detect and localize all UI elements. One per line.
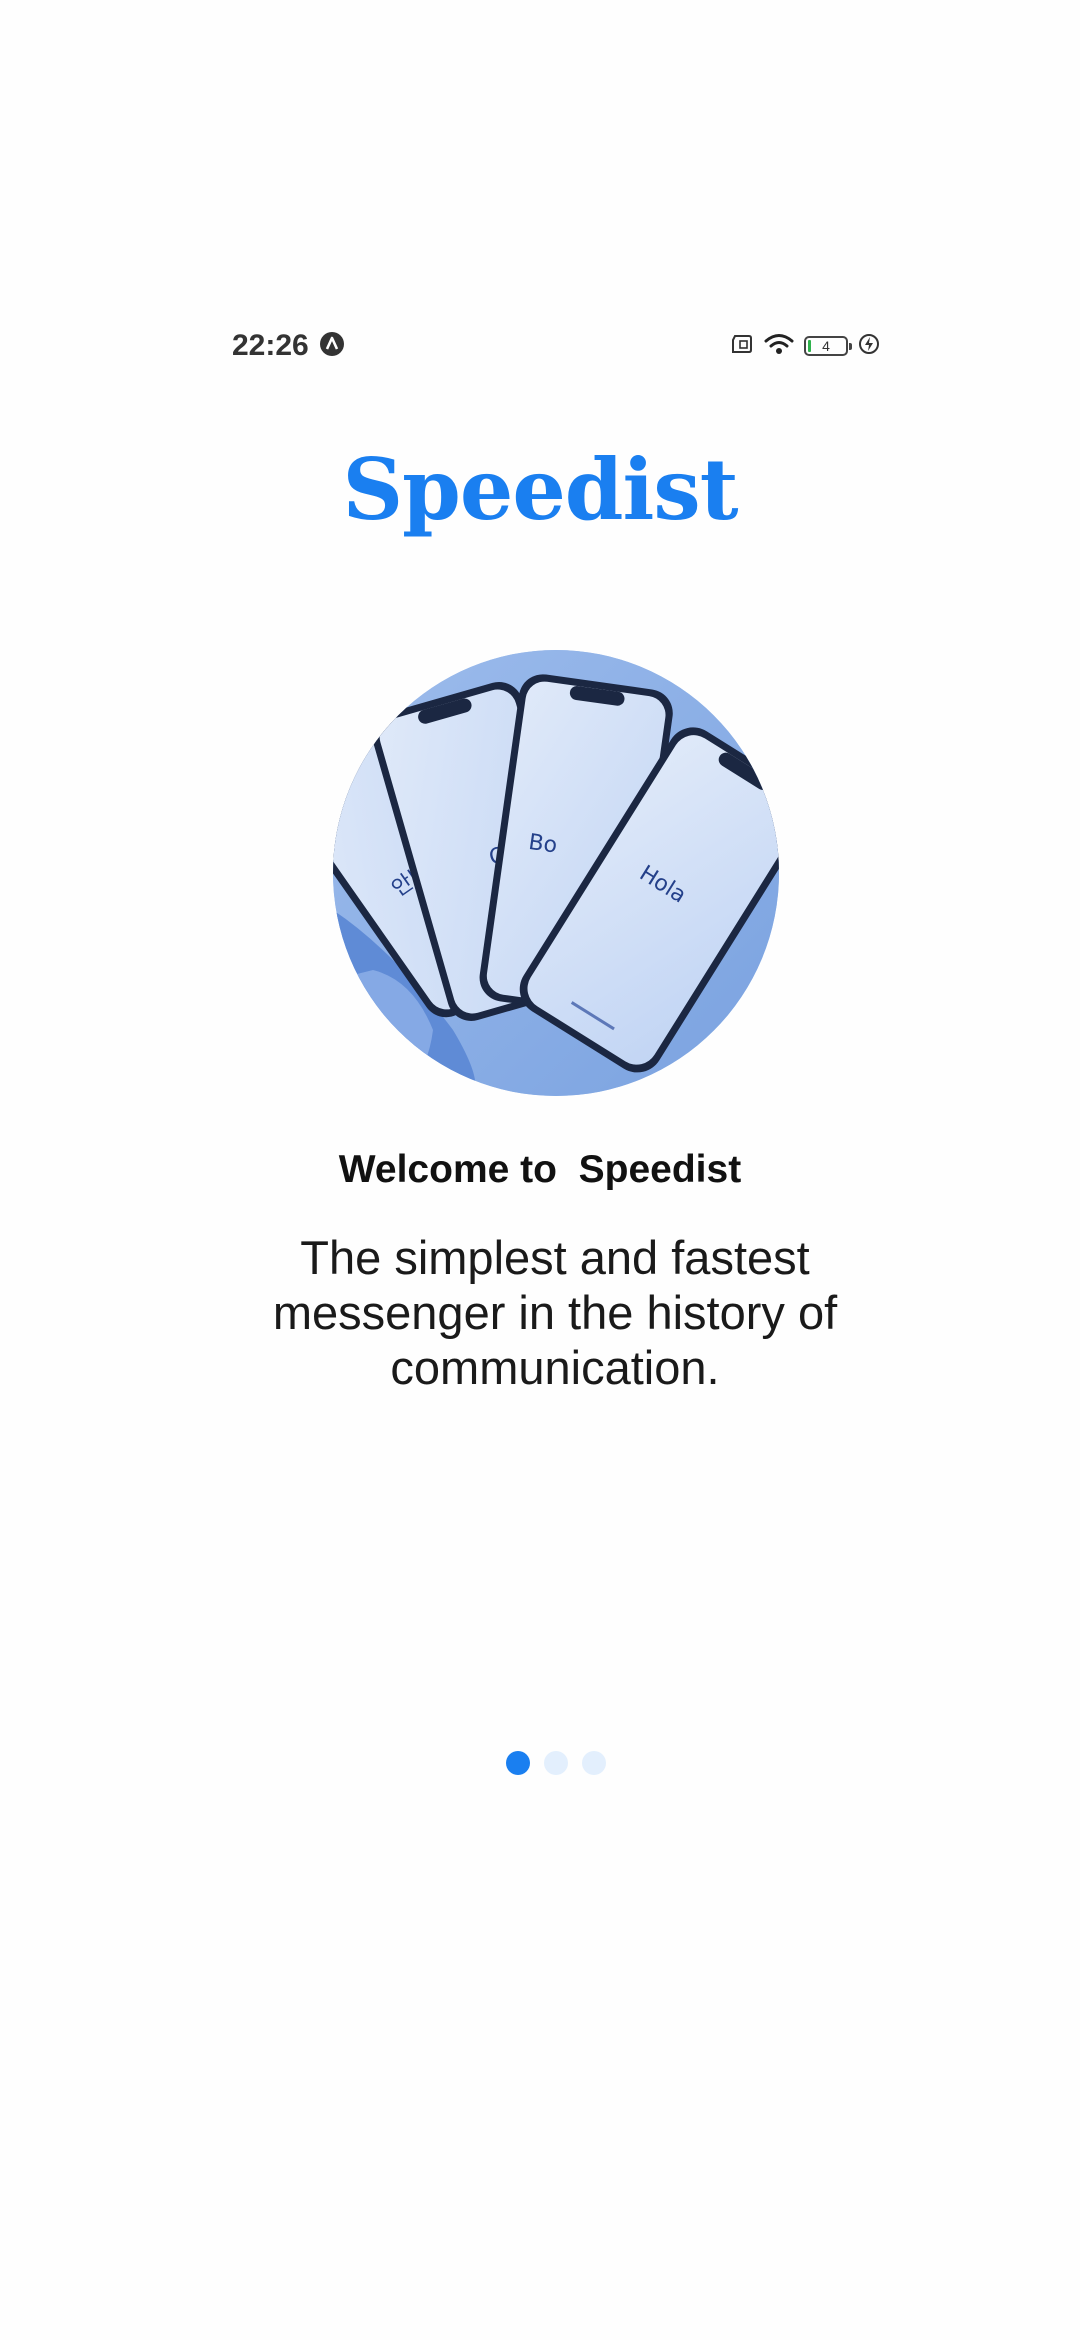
charging-icon — [858, 333, 880, 360]
onboarding-screen: 22:26 4 Speedist Bo Hola Welcome to Spee… — [0, 0, 1080, 2340]
status-left: 22:26 — [232, 329, 345, 363]
notification-a-icon — [319, 331, 345, 362]
hero-image: 안녕하 Olá Bo Hola — [333, 650, 779, 1096]
page-dot-1[interactable] — [506, 1751, 530, 1775]
battery-fill — [808, 340, 811, 352]
battery-icon: 4 — [804, 336, 852, 356]
svg-text:Bo: Bo — [527, 830, 559, 859]
page-dot-2[interactable] — [544, 1751, 568, 1775]
page-indicator — [506, 1751, 606, 1775]
status-time: 22:26 — [232, 329, 309, 362]
welcome-title: Welcome to Speedist — [338, 1148, 742, 1191]
sim-icon — [730, 334, 754, 359]
app-logo: Speedist — [342, 440, 738, 539]
status-bar: 22:26 4 — [232, 322, 880, 370]
welcome-description: The simplest and fastest messenger in th… — [272, 1231, 838, 1394]
wifi-icon — [764, 333, 794, 360]
battery-level: 4 — [822, 338, 830, 354]
page-dot-3[interactable] — [582, 1751, 606, 1775]
status-right: 4 — [730, 333, 880, 360]
